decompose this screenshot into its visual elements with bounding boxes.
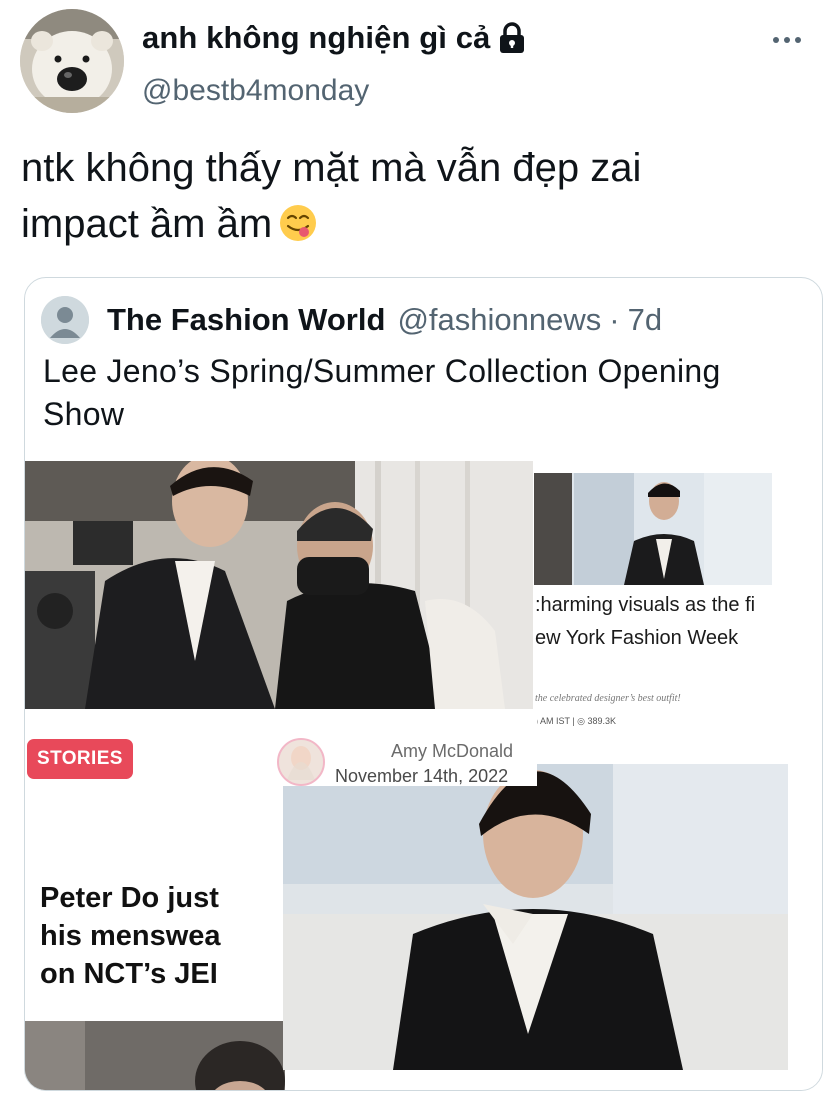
display-name[interactable]: anh không nghiện gì cả [142, 20, 490, 56]
face-savoring-food-emoji [278, 202, 318, 242]
quote-handle[interactable]: @fashionnews [397, 302, 601, 338]
quoted-tweet-card[interactable]: The Fashion World @fashionnews · 7d Lee … [24, 277, 823, 1091]
backstage-photo [25, 461, 533, 709]
avatar[interactable] [20, 9, 124, 113]
author-name: Amy McDonald [391, 741, 514, 761]
quote-separator: · [609, 302, 620, 337]
tweet-text-line-2-row: impact ầm ầm [21, 196, 811, 252]
tweet-text: ntk không thấy mặt mà vẫn đẹp zai impact… [21, 140, 811, 252]
tweet-text-line-2: impact ầm ầm [21, 202, 273, 246]
author-avatar [277, 738, 325, 786]
tweet-text-line-1: ntk không thấy mặt mà vẫn đẹp zai [21, 146, 642, 190]
article-meta: ) AM IST | ◎ 389.3K [535, 716, 617, 726]
default-avatar-icon[interactable] [41, 296, 89, 344]
display-name-row: anh không nghiện gì cả [142, 20, 526, 56]
quote-timestamp[interactable]: 7d [628, 302, 662, 338]
article-headline: Peter Do just his menswea on NCT’s JEI [40, 882, 221, 990]
quote-header: The Fashion World @fashionnews · 7d [41, 296, 662, 344]
runway-portrait-photo [283, 764, 788, 1070]
handle[interactable]: @bestb4monday [142, 74, 369, 108]
quote-display-name[interactable]: The Fashion World [107, 302, 385, 338]
article-caption: :harming visuals as the fi ew York Fashi… [535, 594, 756, 649]
author-date: November 14th, 2022 [335, 766, 509, 786]
avatar-image [20, 9, 124, 113]
quote-text: Lee Jeno’s Spring/Summer Collection Open… [43, 353, 721, 432]
lock-icon [498, 22, 526, 54]
media-collage[interactable]: :harming visuals as the fi ew York Fashi… [25, 461, 822, 1090]
article-subcaption: the celebrated designer’s best outfit! [535, 693, 681, 704]
more-icon[interactable] [772, 30, 802, 50]
tweet-header: anh không nghiện gì cả @bestb4monday [0, 0, 828, 120]
stories-badge: STORIES [27, 739, 133, 779]
